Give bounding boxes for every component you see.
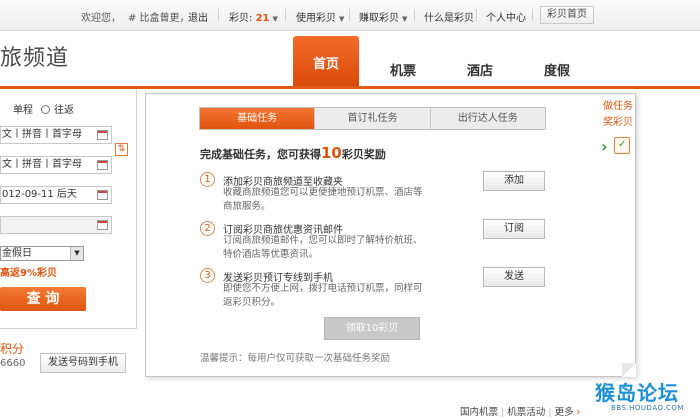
logout-link[interactable]: 退出 [188, 9, 208, 24]
task-description: 即使您不方便上网，拨打电话预订机票，同样可返彩贝积分。 [223, 283, 423, 308]
tab-home[interactable]: 首页 [293, 36, 359, 86]
bottom-links: 国内机票 | 机票活动 | 更多 › [460, 407, 581, 417]
what-is-points-link[interactable]: 什么是彩贝 [424, 9, 474, 24]
task-checklist-icon[interactable] [614, 137, 630, 154]
personal-center-link[interactable]: 个人中心 [486, 9, 526, 24]
chevron-down-icon: ▼ [70, 247, 83, 260]
task-description: 收藏商旅频道您可以更便捷地预订机票、酒店等商旅服务。 [223, 187, 423, 212]
chevron-down-icon: ▼ [402, 15, 408, 23]
search-button[interactable]: 查 询 [0, 287, 86, 311]
task-description: 订阅商旅频道邮件，您可以即时了解特价航班、特价酒店等优惠资讯。 [223, 235, 423, 260]
chevron-right-icon[interactable]: › [601, 137, 608, 156]
flight-events-link[interactable]: 机票活动 [507, 407, 545, 417]
dialog-heading: 完成基础任务，您可获得10彩贝奖励 [200, 144, 386, 162]
watermark-logo: 猴岛论坛 BBS.HOUDAO.COM [595, 381, 684, 412]
tab-vacation[interactable]: 度假 [527, 60, 587, 84]
points-home-button[interactable]: 彩贝首页 [540, 6, 594, 24]
trip-round-radio[interactable]: 往返 [41, 101, 74, 116]
add-favorite-button[interactable]: 添加 [483, 171, 545, 191]
task-number-2: 2 [200, 221, 215, 236]
calendar-icon [97, 190, 108, 200]
intl-flights-link[interactable]: 国内机票 [460, 407, 498, 417]
promo-text: 高返9%彩贝 [0, 268, 57, 279]
task-dialog: 基础任务 首订礼任务 出行达人任务 完成基础任务，您可获得10彩贝奖励 1 添加… [145, 93, 636, 377]
claim-points-button[interactable]: 领取10彩贝 [324, 317, 420, 340]
top-bar: 欢迎您， # 比盒曾更， 退出 彩贝: 21 ▼ 使用彩贝 ▼ 赚取彩贝 ▼ 什么是彩… [0, 0, 700, 31]
swap-cities-icon[interactable]: ⇅ [115, 143, 128, 156]
points-label: 彩贝: 21 ▼ [229, 13, 278, 24]
chevron-down-icon: ▼ [272, 15, 278, 23]
calendar-icon [97, 130, 108, 140]
channel-title: 旅频道 [0, 46, 70, 71]
tab-hotels[interactable]: 酒店 [450, 60, 510, 84]
points-title: 积分 [0, 342, 25, 356]
send-button[interactable]: 发送 [483, 267, 545, 287]
send-number-button[interactable]: 发送号码到手机 [40, 353, 126, 373]
chevron-down-icon: ▼ [339, 15, 345, 23]
username: # 比盒曾更， [128, 13, 190, 24]
calendar-icon [97, 220, 108, 230]
tab-first-order-tasks[interactable]: 首订礼任务 [315, 108, 431, 129]
do-task-link[interactable]: 做任务 奖彩贝 [602, 99, 634, 131]
trip-oneway-radio[interactable]: 单程 [0, 101, 33, 116]
from-city-input[interactable]: 文丨拼音丨首字母 [0, 126, 112, 144]
subscribe-button[interactable]: 订阅 [483, 219, 545, 239]
return-date-input[interactable] [0, 216, 112, 234]
points-count: 21 [255, 13, 270, 24]
use-points-menu[interactable]: 使用彩贝 ▼ [296, 9, 344, 24]
tab-flights[interactable]: 机票 [373, 60, 433, 84]
airline-select[interactable]: 金假日 ▼ [0, 246, 84, 261]
welcome-text: 欢迎您， [81, 13, 121, 24]
task-tabs: 基础任务 首订礼任务 出行达人任务 [199, 107, 546, 130]
tab-traveler-tasks[interactable]: 出行达人任务 [430, 108, 545, 129]
tab-basic-tasks[interactable]: 基础任务 [200, 108, 316, 129]
chevron-right-icon: › [576, 407, 581, 417]
calendar-icon [97, 160, 108, 170]
task-number-3: 3 [200, 268, 215, 283]
tip-text: 温馨提示：每用户仅可获取一次基础任务奖励 [200, 353, 391, 364]
to-city-input[interactable]: 文丨拼音丨首字母 [0, 156, 112, 174]
points-number: 6660 [0, 358, 26, 369]
radio-icon [41, 105, 50, 114]
more-link[interactable]: 更多 [555, 407, 574, 417]
page-fold-corner [622, 363, 636, 377]
depart-date-input[interactable]: 012-09-11 后天 [0, 186, 112, 204]
task-number-1: 1 [200, 172, 215, 187]
earn-points-menu[interactable]: 赚取彩贝 ▼ [359, 9, 407, 24]
